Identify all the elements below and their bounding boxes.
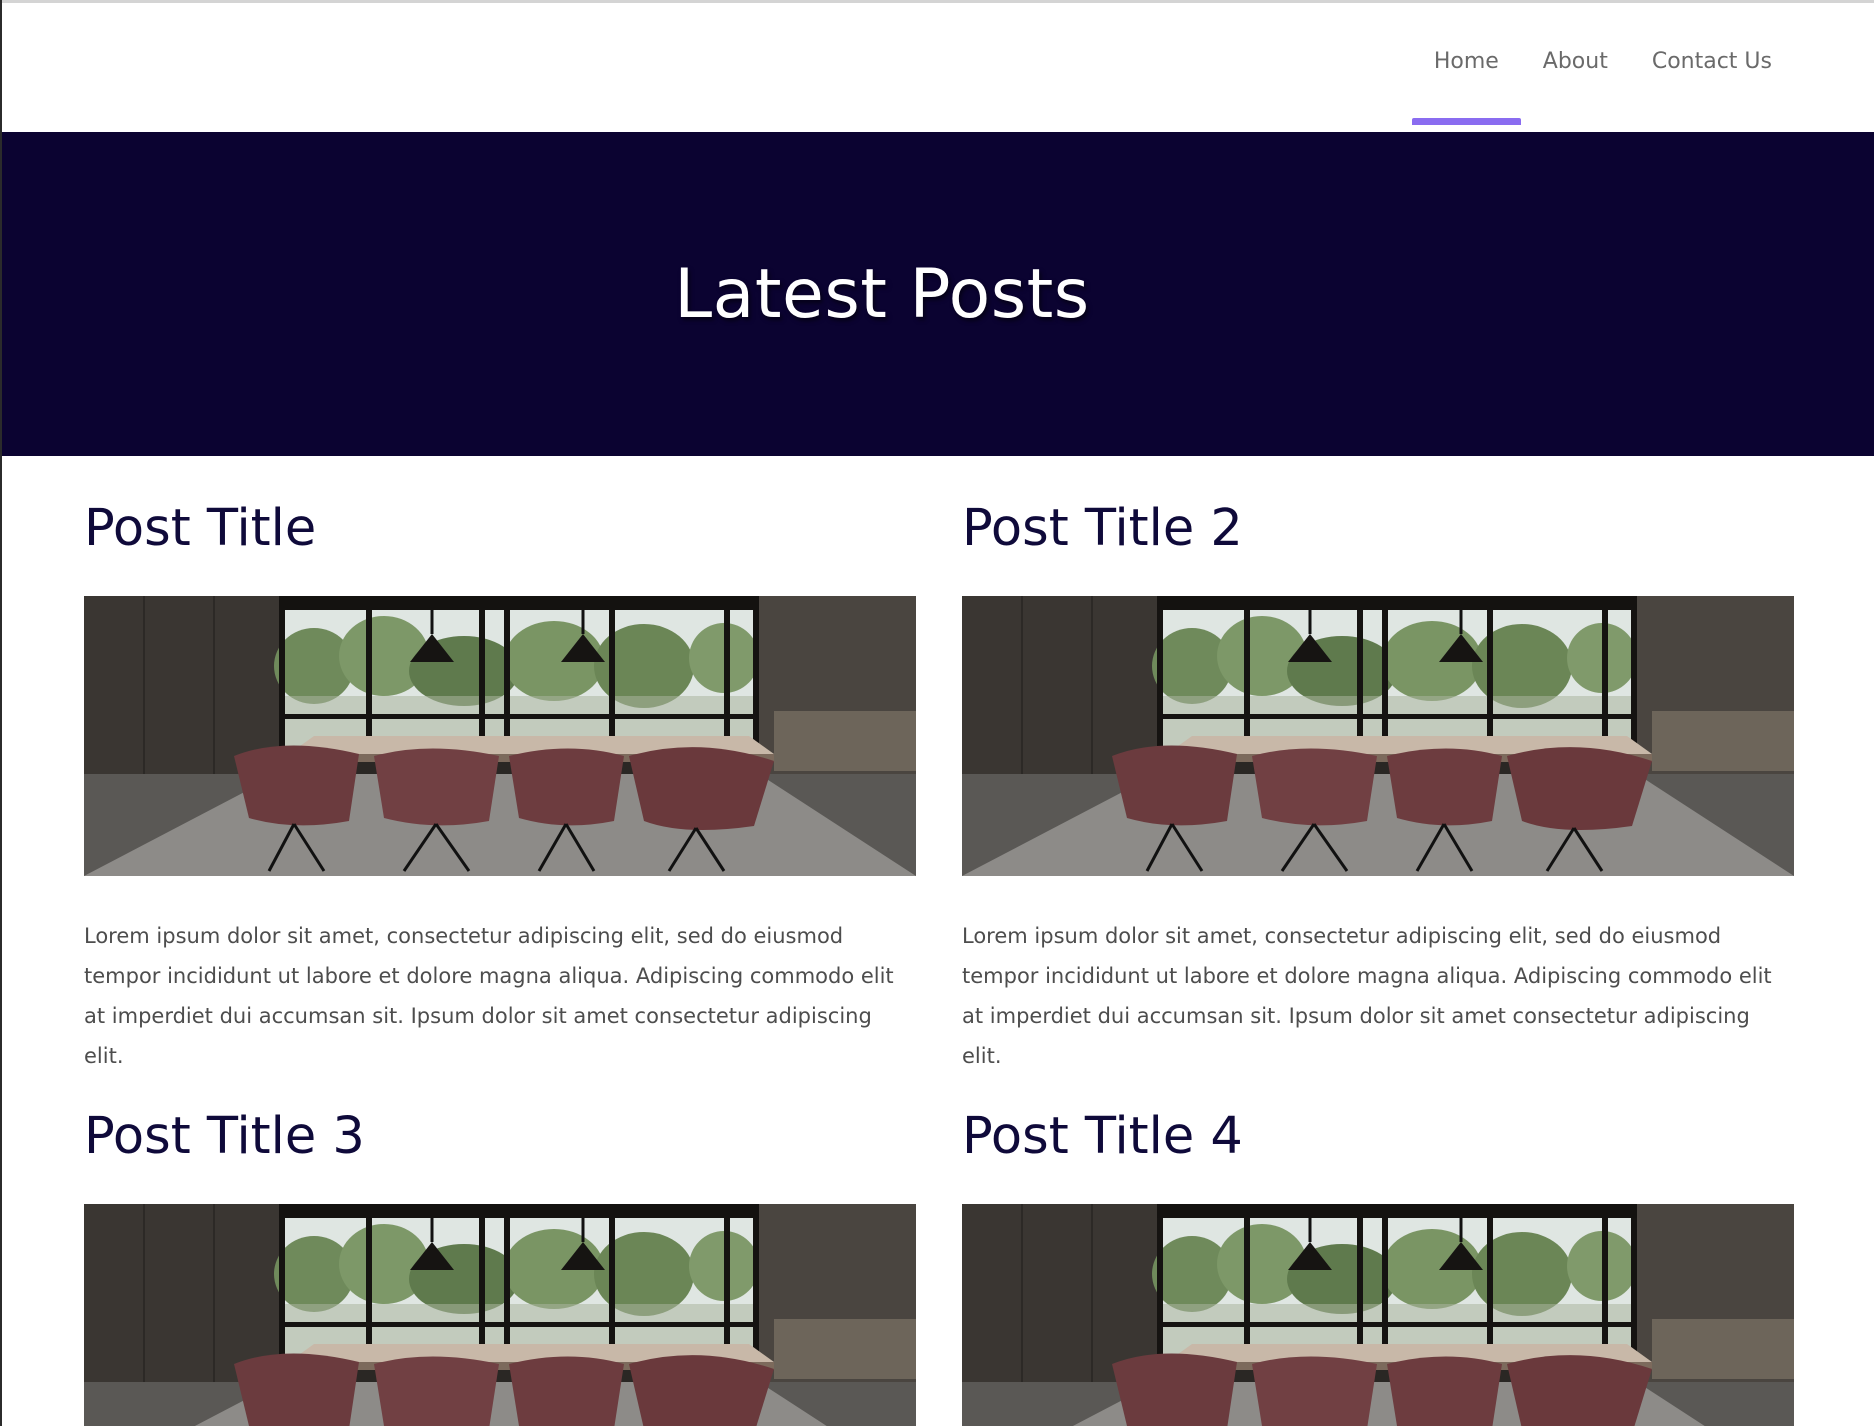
- post-title[interactable]: Post Title 4: [962, 1102, 1794, 1172]
- post-card: Post Title Lorem ipsum dolor sit amet, c…: [84, 456, 916, 1068]
- post-card: Post Title 2 Lorem ipsum dolor sit amet,…: [962, 456, 1794, 1068]
- post-excerpt: Lorem ipsum dolor sit amet, consectetur …: [962, 924, 1772, 1068]
- post-image[interactable]: [962, 1204, 1794, 1426]
- site-header: Home About Contact Us: [2, 3, 1874, 132]
- nav-about-link[interactable]: About: [1521, 0, 1630, 122]
- post-image[interactable]: [84, 1204, 916, 1426]
- post-excerpt: Lorem ipsum dolor sit amet, consectetur …: [84, 924, 894, 1068]
- post-title[interactable]: Post Title 3: [84, 1102, 916, 1172]
- post-image[interactable]: [84, 596, 916, 876]
- post-card: Post Title 4: [962, 1050, 1794, 1426]
- hero-banner: Latest Posts: [2, 132, 1874, 456]
- main-nav: Home About Contact Us: [1411, 0, 1794, 132]
- nav-contact-link[interactable]: Contact Us: [1630, 0, 1794, 122]
- nav-home-link[interactable]: Home: [1411, 0, 1521, 125]
- page: Home About Contact Us Latest Posts Post …: [0, 0, 1874, 1426]
- post-card: Post Title 3: [84, 1050, 916, 1426]
- post-image[interactable]: [962, 596, 1794, 876]
- post-title[interactable]: Post Title 2: [962, 494, 1794, 564]
- page-title: Latest Posts: [674, 254, 1090, 334]
- post-title[interactable]: Post Title: [84, 494, 916, 564]
- posts-grid: Post Title Lorem ipsum dolor sit amet, c…: [84, 456, 1794, 1426]
